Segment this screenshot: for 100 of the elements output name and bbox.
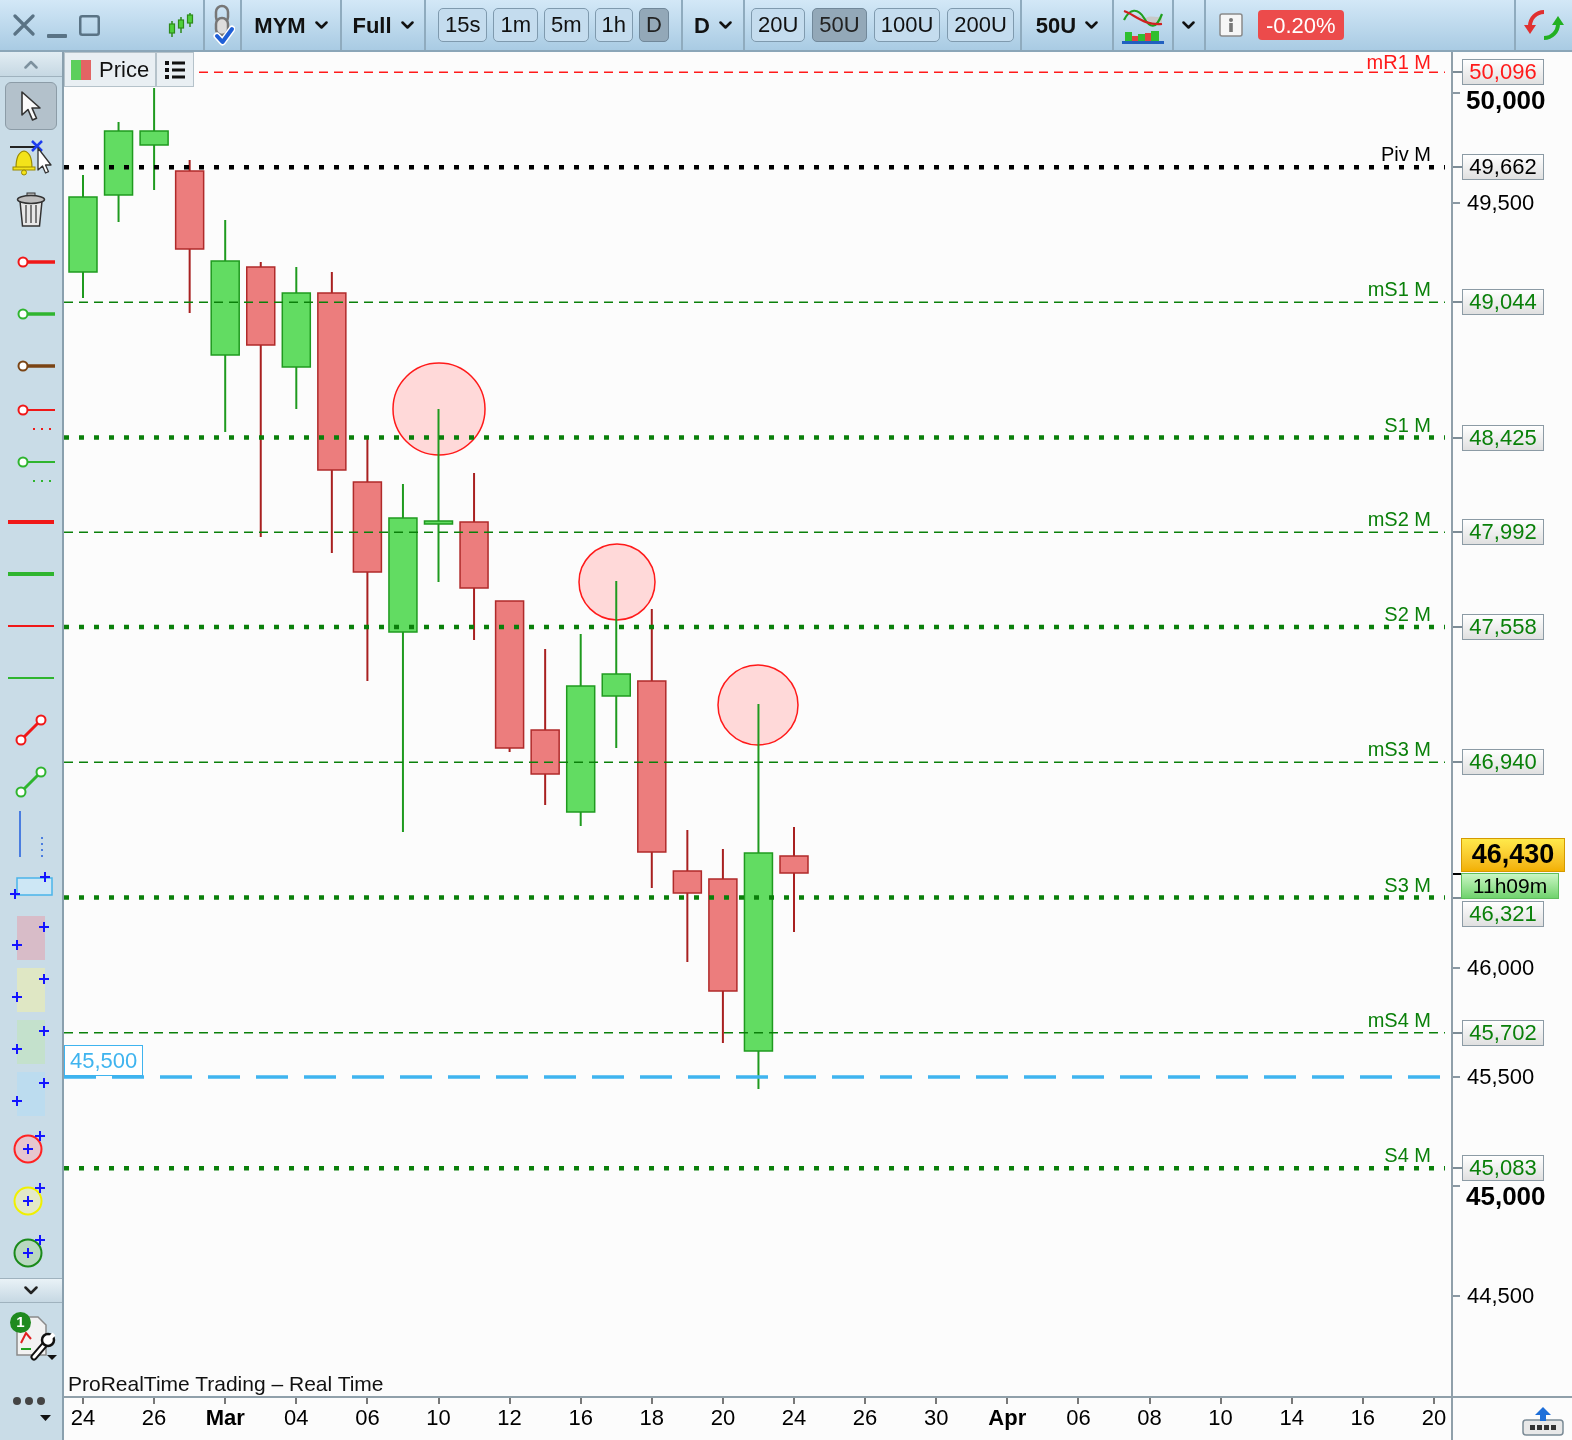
rectangle-icon [9, 871, 53, 901]
instrument-dropdown[interactable]: MYM [242, 0, 340, 50]
unit-dropdown[interactable]: 50U [1021, 0, 1112, 50]
candlestick-icon[interactable] [168, 12, 194, 38]
level-label: S1 M [1384, 414, 1431, 436]
percent-change-badge: -0.20% [1257, 10, 1344, 40]
axis-price-label: 49,500 [1467, 190, 1535, 215]
price-tag: 50,096 [1462, 59, 1544, 86]
chevron-down-icon[interactable] [1182, 21, 1196, 29]
rectangle-icon [11, 1070, 51, 1118]
date-label: 18 [639, 1405, 665, 1431]
axis-price-label: 44,500 [1467, 1283, 1535, 1308]
refresh-icon[interactable] [1523, 7, 1565, 43]
rectangle-icon [11, 1018, 51, 1066]
chevron-down-icon [718, 21, 732, 29]
vertical-line-icon [16, 811, 46, 857]
unit-button[interactable]: 20U [751, 8, 806, 42]
level-label: mS3 M [1367, 739, 1431, 761]
date-label: Mar [205, 1405, 245, 1431]
price-tag: 49,044 [1462, 289, 1544, 316]
last-price-tag: 46,430 [1461, 837, 1565, 872]
date-label: 04 [284, 1405, 309, 1431]
info-icon[interactable] [1218, 13, 1243, 37]
period-dropdown[interactable]: D [683, 0, 743, 50]
rectangle-icon [11, 914, 51, 962]
rectangle-icon [11, 966, 51, 1014]
date-label: 16 [568, 1405, 593, 1431]
ray-icon [17, 308, 55, 320]
level-label: mR1 M [1366, 52, 1431, 73]
tray-arrow-icon[interactable] [1522, 1406, 1564, 1436]
level-label: S2 M [1384, 604, 1431, 626]
date-label: 26 [852, 1405, 878, 1431]
timeframe-button[interactable]: 1m [493, 8, 539, 42]
level-label: Piv M [1381, 144, 1431, 166]
legend-menu-button[interactable] [156, 52, 195, 87]
trash-icon [16, 192, 46, 228]
price-tag: 46,940 [1462, 749, 1544, 776]
date-label: Apr [988, 1405, 1027, 1431]
countdown-timer: 11h09m [1461, 872, 1559, 899]
date-label: 10 [426, 1405, 451, 1431]
level-label: mS1 M [1367, 279, 1431, 301]
cursor-icon [20, 90, 42, 122]
count-badge: 1 [10, 1312, 31, 1333]
horizontal-line-icon [8, 625, 54, 627]
split-swatch-icon [71, 59, 91, 80]
chevron-down-icon [400, 21, 414, 29]
date-label: 06 [1066, 1405, 1091, 1431]
axis-price-label: 45,000 [1466, 1182, 1546, 1211]
price-tag: 47,558 [1462, 614, 1544, 641]
date-label: 08 [1137, 1405, 1162, 1431]
legend-label: Price [99, 56, 150, 84]
alert-bell-icon [10, 140, 52, 176]
axis-price-label: 50,000 [1466, 86, 1546, 115]
horizontal-line-label: 45,500 [64, 1045, 144, 1076]
close-icon[interactable] [13, 14, 35, 36]
date-label: 16 [1350, 1405, 1376, 1431]
level-label: S4 M [1384, 1145, 1431, 1167]
date-label: 12 [497, 1405, 522, 1431]
date-label: 20 [710, 1405, 736, 1431]
tool-button[interactable] [5, 82, 57, 130]
horizontal-line-icon [8, 677, 54, 679]
unit-button[interactable]: 100U [873, 8, 941, 42]
price-tag: 48,425 [1462, 424, 1544, 451]
chevron-up-icon [24, 59, 38, 69]
dotted-ray-icon [17, 456, 55, 484]
chevron-down-icon [1085, 21, 1099, 29]
price-tag: 46,321 [1462, 900, 1544, 927]
level-label: mS4 M [1367, 1009, 1431, 1031]
axis-price-label: 46,000 [1467, 955, 1535, 980]
timeframe-button[interactable]: 1h [594, 8, 634, 42]
ray-icon [17, 360, 55, 372]
price-tag: 49,662 [1462, 154, 1544, 181]
segment-icon [15, 766, 47, 798]
timeframe-button[interactable]: 5m [544, 8, 589, 42]
date-label: 14 [1279, 1405, 1304, 1431]
unit-button[interactable]: 200U [947, 8, 1014, 42]
level-label: S3 M [1384, 874, 1431, 896]
price-tag: 45,083 [1462, 1155, 1544, 1182]
date-label: 26 [141, 1405, 167, 1431]
scroll-up-button[interactable] [0, 52, 62, 77]
timeframe-button[interactable]: 15s [438, 8, 488, 42]
price-tag: 47,992 [1462, 519, 1544, 546]
level-label: mS2 M [1367, 509, 1431, 531]
segment-icon [15, 714, 47, 746]
maximize-icon[interactable] [79, 14, 100, 36]
date-label: 06 [355, 1405, 380, 1431]
date-label: 30 [923, 1405, 949, 1431]
view-dropdown[interactable]: Full [342, 0, 424, 50]
date-label: 24 [70, 1405, 96, 1431]
dotted-ray-icon [17, 404, 55, 432]
date-label: 10 [1208, 1405, 1233, 1431]
link-check-icon[interactable] [210, 4, 235, 46]
scroll-down-button[interactable] [0, 1278, 62, 1303]
date-label: 20 [1421, 1405, 1447, 1431]
unit-button[interactable]: 50U [812, 8, 867, 42]
timeframe-button[interactable]: D [639, 8, 669, 42]
chart-caption: ProRealTime Trading – Real Time [68, 1372, 384, 1396]
ray-icon [17, 256, 55, 268]
chevron-down-icon [314, 21, 328, 29]
chevron-down-icon [24, 1286, 38, 1295]
